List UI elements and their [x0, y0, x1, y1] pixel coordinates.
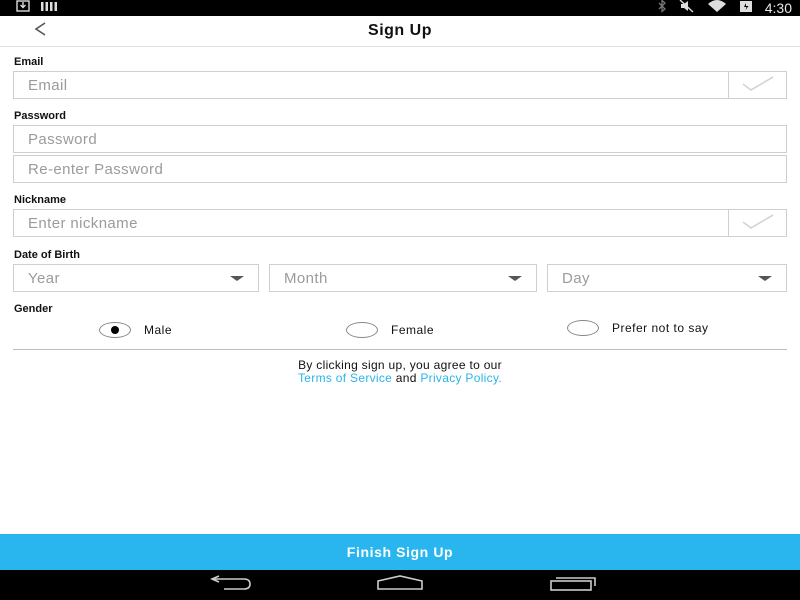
nav-recents-button[interactable]: [546, 575, 600, 595]
dob-label: Date of Birth: [14, 249, 80, 261]
mute-icon: [679, 0, 695, 18]
wifi-icon: [707, 0, 727, 18]
chevron-down-icon: [508, 276, 522, 281]
gender-option-label: Female: [391, 323, 435, 337]
battery-icon: [739, 0, 753, 18]
chevron-down-icon: [758, 276, 772, 281]
terms-of-service-link[interactable]: Terms of Service: [298, 371, 392, 385]
page-title: Sign Up: [368, 22, 432, 39]
bars-icon: [40, 0, 58, 17]
check-icon: [741, 74, 775, 97]
status-bar-left: [16, 0, 58, 17]
email-label: Email: [14, 56, 44, 68]
status-bar-right: 4:30: [657, 0, 792, 16]
email-check: [728, 72, 786, 98]
finish-sign-up-button[interactable]: Finish Sign Up: [0, 534, 800, 570]
nickname-input[interactable]: [14, 210, 730, 236]
day-select[interactable]: Day: [547, 264, 787, 292]
month-select[interactable]: Month: [269, 264, 537, 292]
app-header: Sign Up: [0, 16, 800, 47]
confirm-password-input[interactable]: [14, 156, 786, 182]
check-icon: [741, 212, 775, 235]
status-bar: 4:30: [0, 0, 800, 16]
radio-unselected-icon: [346, 322, 378, 338]
radio-selected-icon: [99, 322, 131, 338]
month-select-label: Month: [284, 270, 328, 287]
terms-line-2: Terms of Service and Privacy Policy.: [0, 372, 800, 385]
gender-radio-prefer-not[interactable]: Prefer not to say: [567, 320, 709, 336]
system-nav-bar: [0, 570, 800, 600]
gender-radio-male[interactable]: Male: [99, 322, 172, 338]
privacy-policy-link[interactable]: Privacy Policy.: [420, 371, 502, 385]
terms-and-text: and: [395, 371, 417, 385]
divider: [13, 349, 787, 350]
bluetooth-icon: [657, 0, 667, 18]
gender-option-label: Prefer not to say: [612, 321, 709, 335]
home-icon: [376, 574, 424, 596]
gender-option-label: Male: [144, 323, 173, 337]
gender-radio-female[interactable]: Female: [346, 322, 434, 338]
nickname-label: Nickname: [14, 194, 66, 206]
status-time: 4:30: [764, 0, 792, 16]
day-select-label: Day: [562, 270, 590, 287]
password-label: Password: [14, 110, 66, 122]
recents-icon: [548, 575, 598, 596]
confirm-password-field-box: [13, 155, 787, 183]
email-input[interactable]: [14, 72, 730, 98]
email-field-box: [13, 71, 787, 99]
nickname-field-box: [13, 209, 787, 237]
nav-back-icon: [206, 574, 252, 596]
year-select-label: Year: [28, 270, 60, 287]
radio-unselected-icon: [567, 320, 599, 336]
password-input[interactable]: [14, 126, 786, 152]
gender-radio-group: Male Female Prefer not to say: [0, 320, 800, 344]
year-select[interactable]: Year: [13, 264, 259, 292]
password-field-box: [13, 125, 787, 153]
nav-back-button[interactable]: [204, 574, 254, 596]
nav-home-button[interactable]: [375, 574, 425, 596]
gender-label: Gender: [14, 303, 53, 315]
terms-text: By clicking sign up, you agree to our Te…: [0, 359, 800, 385]
download-icon: [16, 0, 30, 17]
nickname-check: [728, 210, 786, 236]
chevron-down-icon: [230, 276, 244, 281]
